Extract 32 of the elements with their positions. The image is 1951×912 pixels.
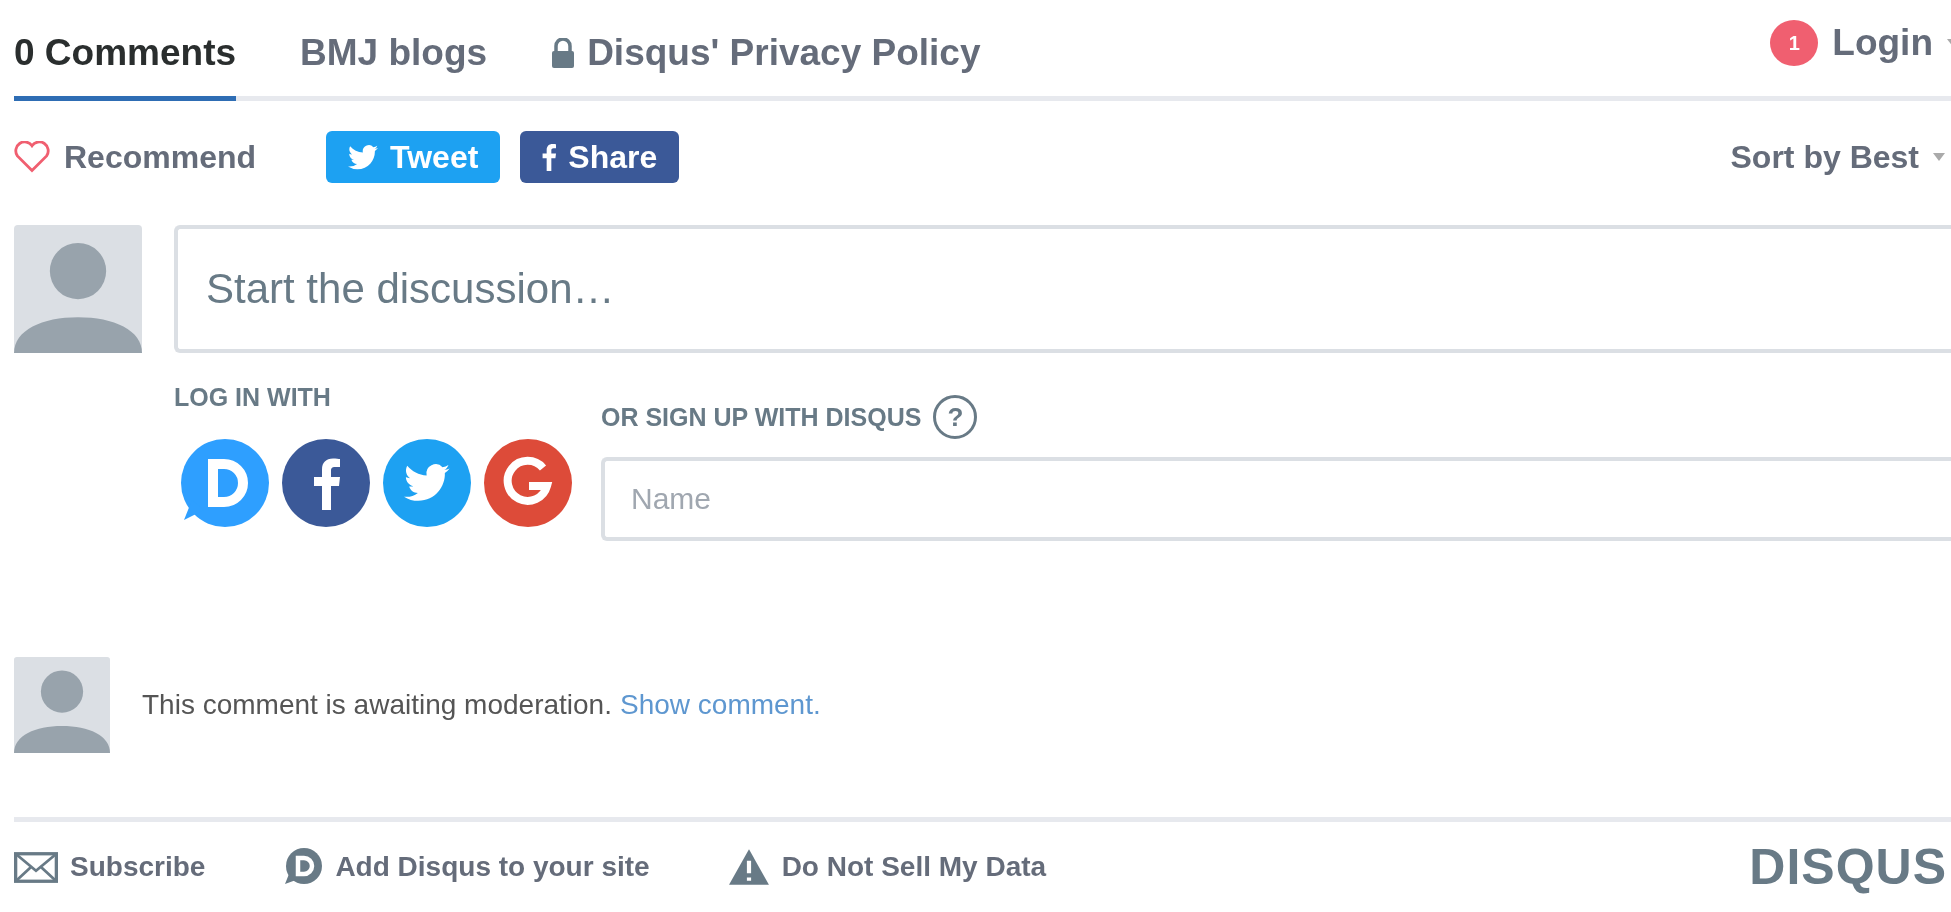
disqus-login-icon[interactable] (180, 438, 270, 528)
comment-field[interactable]: Start the discussion… (174, 225, 1951, 353)
facebook-icon (542, 143, 557, 171)
login-link[interactable]: Login (1832, 22, 1933, 64)
tweet-button[interactable]: Tweet (326, 131, 501, 183)
sort-dropdown[interactable]: Sort by Best (1730, 138, 1919, 176)
help-button[interactable]: ? (933, 395, 978, 439)
lock-icon (551, 38, 576, 68)
twitter-login-icon[interactable] (382, 438, 472, 528)
envelope-icon (14, 851, 58, 883)
share-button[interactable]: Share (520, 131, 680, 183)
add-disqus-link[interactable]: Add Disqus to your site (283, 847, 650, 887)
signup-label: OR SIGN UP WITH DISQUS (601, 402, 922, 432)
show-comment-link[interactable]: Show comment. (620, 689, 821, 721)
login-with-label: LOG IN WITH (174, 383, 331, 411)
recommend-button[interactable]: Recommend (14, 138, 257, 176)
name-field[interactable]: Name (601, 457, 1951, 541)
notification-badge: 1 (1770, 20, 1819, 66)
speech-bubble-icon (283, 847, 324, 887)
tab[interactable]: BMJ blogs (300, 10, 488, 101)
tab[interactable]: 0 Comments (14, 10, 237, 101)
heart-icon (14, 141, 50, 173)
caret-icon (1933, 153, 1945, 161)
facebook-login-icon[interactable] (281, 438, 371, 528)
bird-icon (348, 144, 379, 170)
disqus-logo[interactable]: DISQUS (1749, 838, 1947, 896)
warning-icon (727, 848, 770, 886)
moderation-notice: This comment is awaiting moderation. (142, 689, 612, 721)
subscribe-link[interactable]: Subscribe (14, 851, 206, 883)
tab[interactable]: Disqus' Privacy Policy (551, 10, 981, 101)
google-login-icon[interactable] (483, 438, 573, 528)
do-not-sell-link[interactable]: Do Not Sell My Data (727, 848, 1047, 886)
